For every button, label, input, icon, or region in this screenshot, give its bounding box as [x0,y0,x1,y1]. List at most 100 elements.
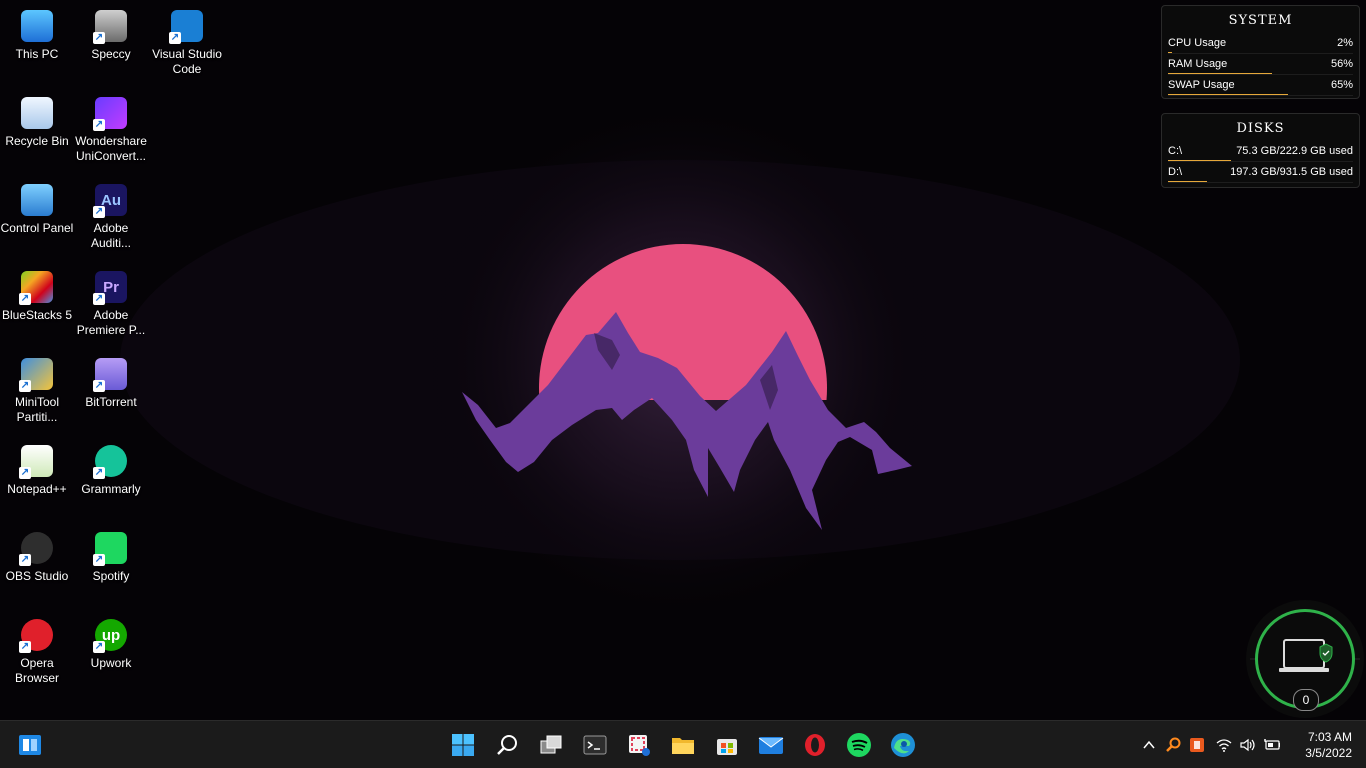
desktop-icon-obs[interactable]: ↗ OBS Studio [0,524,75,584]
row-label: RAM Usage [1168,58,1228,70]
row-label: CPU Usage [1168,37,1227,49]
spotify-icon: ↗ [93,532,127,566]
desktop-icon-monitor[interactable]: This PC [0,2,75,62]
clock-date: 3/5/2022 [1305,746,1352,760]
battery-icon [1264,739,1280,750]
upwork-icon: up ↗ [93,619,127,653]
clock-time: 7:03 AM [1307,730,1352,744]
disks-widget-title: DISKS [1236,121,1285,136]
windows-logo-icon [452,734,474,756]
file-explorer-button[interactable] [667,729,699,761]
taskbar-manager-button[interactable] [14,729,46,761]
opera-button[interactable] [799,729,831,761]
uniconverter-icon: ↗ [93,97,127,131]
desktop-icon-recycle-bin[interactable]: Recycle Bin [0,89,75,149]
terminal-button[interactable] [579,729,611,761]
desktop-icon-bluestacks[interactable]: ↗ BlueStacks 5 [0,263,75,323]
mail-button[interactable] [755,729,787,761]
desktop-icon-minitool[interactable]: ↗ MiniTool Partiti... [0,350,75,425]
taskbar: 7:03 AM 3/5/2022 [0,720,1366,768]
security-gauge[interactable]: 0 [1246,600,1364,718]
desktop-icon-grammarly[interactable]: ↗ Grammarly [73,437,149,497]
bluestacks-icon: ↗ [19,271,53,305]
folder-icon [672,738,694,754]
desktop-icon-notepadpp[interactable]: ↗ Notepad++ [0,437,75,497]
system-widget: SYSTEM CPU Usage 2% RAM Usage 56% SWAP Usage… [1161,5,1360,99]
edge-button[interactable] [887,729,919,761]
shortcut-arrow-icon: ↗ [19,554,31,566]
usage-bar [1168,94,1289,95]
recycle-bin-icon [21,97,53,129]
battery-button[interactable] [1264,737,1280,753]
desktop-icon-opera[interactable]: ↗ Opera Browser [0,611,75,686]
mail-icon [758,737,784,754]
tray-office-button[interactable] [1189,737,1205,753]
desktop-icon-label: Speccy [91,47,131,61]
wifi-button[interactable] [1216,737,1232,753]
shortcut-arrow-icon: ↗ [93,119,105,131]
desktop-icon-bittorrent[interactable]: ↗ BitTorrent [73,350,149,410]
usage-bar [1168,73,1272,74]
start-button[interactable] [447,729,479,761]
system-row: SWAP Usage 65% [1168,75,1353,96]
desktop-icon-premiere[interactable]: Pr ↗ Adobe Premiere P... [73,263,149,338]
snipping-tool-button[interactable] [623,729,655,761]
tray-search-button[interactable] [1165,737,1181,753]
shortcut-arrow-icon: ↗ [93,293,105,305]
edge-icon [891,733,915,757]
usage-bar [1168,52,1172,53]
control-panel-icon [21,184,53,216]
desktop-icon-vscode[interactable]: ↗ Visual Studio Code [149,2,225,77]
task-view-button[interactable] [535,729,567,761]
row-label: SWAP Usage [1168,79,1235,91]
volume-button[interactable] [1240,737,1256,753]
store-button[interactable] [711,729,743,761]
speccy-icon: ↗ [93,10,127,44]
system-row: CPU Usage 2% [1168,33,1353,54]
shortcut-arrow-icon: ↗ [19,467,31,479]
row-value: 75.3 GB/222.9 GB used [1236,145,1353,157]
desktop-icon-label: Recycle Bin [5,134,69,148]
clock[interactable]: 7:03 AM 3/5/2022 [1305,729,1352,761]
show-hidden-icons-button[interactable] [1141,737,1157,753]
desktop-icon-audition[interactable]: Au ↗ Adobe Auditi... [73,176,149,251]
desktop-icon-control-panel[interactable]: Control Panel [0,176,75,236]
vscode-icon: ↗ [169,10,203,44]
disks-widget: DISKS C:\ 75.3 GB/222.9 GB used D:\ 197.3 G… [1161,113,1360,188]
terminal-icon [583,735,607,755]
row-label: D:\ [1168,166,1183,178]
shortcut-arrow-icon: ↗ [93,32,105,44]
desktop-icon-spotify[interactable]: ↗ Spotify [73,524,149,584]
spotify-button[interactable] [843,729,875,761]
icon-glyph-text: Pr [103,278,119,296]
audition-icon: Au ↗ [93,184,127,218]
row-value: 2% [1337,37,1353,49]
search-button[interactable] [491,729,523,761]
chevron-up-icon [1143,740,1155,749]
spotify-icon [847,733,871,757]
desktop-icon-label: Control Panel [0,221,74,235]
shortcut-arrow-icon: ↗ [19,641,31,653]
desktop-icon-uniconverter[interactable]: ↗ Wondershare UniConvert... [73,89,149,164]
snipping-icon [629,735,650,756]
shortcut-arrow-icon: ↗ [93,641,105,653]
taskbar-manager-icon [19,735,41,755]
disks-row: D:\ 197.3 GB/931.5 GB used [1168,162,1353,183]
obs-icon: ↗ [19,532,53,566]
shortcut-arrow-icon: ↗ [93,206,105,218]
shortcut-arrow-icon: ↗ [93,467,105,479]
desktop-icon-label: Visual Studio Code [152,47,222,76]
desktop-icon-speccy[interactable]: ↗ Speccy [73,2,149,62]
task-view-icon [540,735,562,754]
search-tray-icon [1166,737,1181,752]
shortcut-arrow-icon: ↗ [169,32,181,44]
threat-count: 0 [1293,689,1319,711]
desktop-icon-label: Adobe Premiere P... [76,308,146,337]
shortcut-arrow-icon: ↗ [93,380,105,392]
desktop-icon-upwork[interactable]: up ↗ Upwork [73,611,149,671]
grammarly-icon: ↗ [93,445,127,479]
monitor-icon [21,10,53,42]
desktop-icon-label: BitTorrent [85,395,137,409]
opera-icon: ↗ [19,619,53,653]
minitool-icon: ↗ [19,358,53,392]
